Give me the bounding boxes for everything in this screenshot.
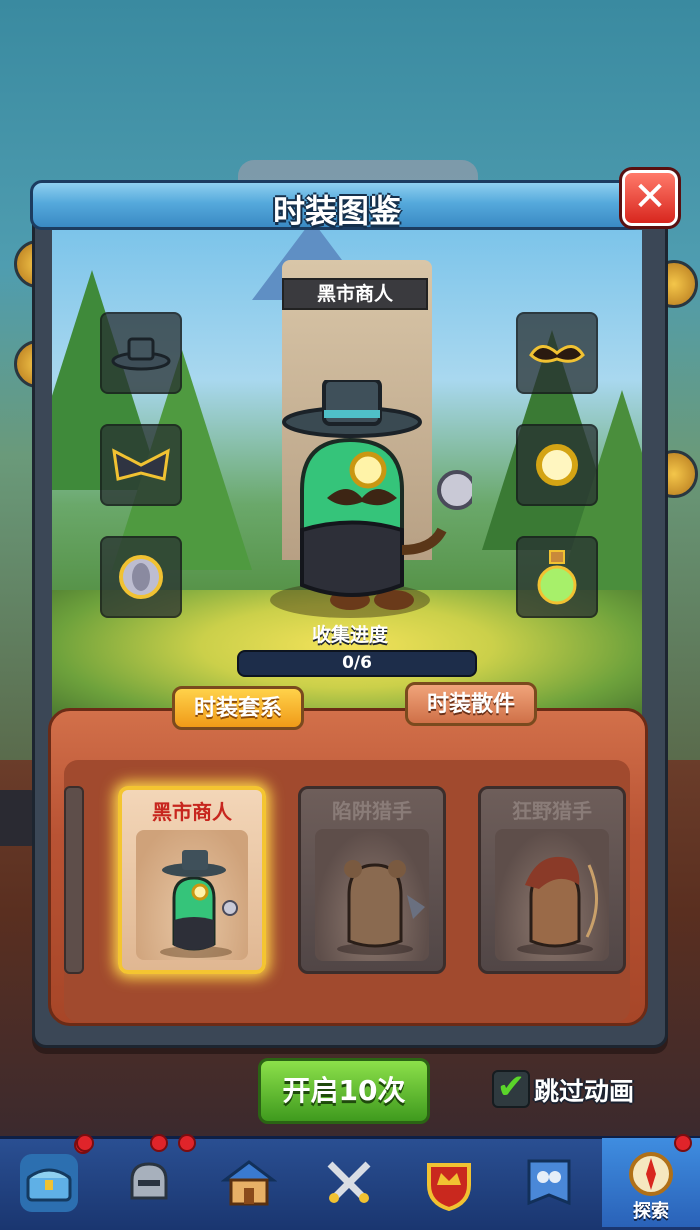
slot-mustache[interactable]	[516, 312, 598, 394]
dialog-title: 时装图鉴	[272, 192, 401, 230]
nav-item-home[interactable]	[200, 1138, 298, 1227]
monocle-icon	[536, 444, 578, 486]
slot-top-hat[interactable]	[100, 312, 182, 394]
open-10x-button[interactable]: 开启10次	[258, 1058, 430, 1124]
costume-card-trap-hunter[interactable]: 陷阱猎手	[298, 786, 446, 974]
crossed-swords-icon	[320, 1154, 378, 1212]
skip-animation-checkbox[interactable]: ✔	[492, 1070, 530, 1108]
helmet-icon	[120, 1154, 178, 1212]
mustache-icon	[529, 345, 585, 363]
card-partial[interactable]	[64, 786, 84, 974]
trap-hunter-thumbnail	[337, 860, 425, 955]
skip-animation-label: 跳过动画	[534, 1077, 635, 1106]
close-button[interactable]: ✕	[619, 167, 681, 229]
black-market-merchant-art	[136, 830, 248, 960]
slot-collar[interactable]	[100, 424, 182, 506]
team-banner-icon	[520, 1154, 578, 1212]
slot-coin[interactable]	[100, 536, 182, 618]
tab-costume-sets[interactable]: 时装套系	[172, 686, 304, 730]
bowtie-collar-icon	[112, 448, 170, 481]
silver-coin-icon	[119, 555, 163, 599]
wild-hunter-art	[495, 829, 609, 961]
progress-label: 收集进度	[311, 624, 388, 646]
top-hat-icon	[111, 337, 171, 371]
black-market-merchant-character	[282, 380, 472, 610]
costume-name-plate: 黑市商人	[282, 278, 428, 310]
check-icon: ✔	[496, 1067, 526, 1107]
card-name: 陷阱猎手	[332, 799, 412, 823]
crown-shield-icon	[420, 1154, 478, 1212]
slot-potion[interactable]	[516, 536, 598, 618]
close-icon: ✕	[633, 174, 667, 220]
nav-item-team[interactable]	[500, 1138, 598, 1227]
notification-dot	[178, 1134, 196, 1152]
notification-dot	[674, 1134, 692, 1152]
nav-item-battle[interactable]	[300, 1138, 398, 1227]
potion-bottle-icon	[537, 550, 577, 605]
notification-dot	[150, 1134, 168, 1152]
trap-hunter-art	[315, 829, 429, 961]
card-name: 黑市商人	[152, 800, 232, 824]
dialog-title-bar: 时装图鉴	[30, 180, 644, 230]
compass-icon	[622, 1145, 680, 1203]
house-icon	[220, 1154, 278, 1212]
notification-dot	[76, 1134, 94, 1152]
progress-text: 0/6	[342, 653, 372, 673]
wild-hunter-thumbnail	[517, 856, 599, 955]
merchant-thumbnail	[160, 850, 238, 958]
costume-card-black-market-merchant[interactable]: 黑市商人	[118, 786, 266, 974]
card-name: 狂野猎手	[512, 799, 592, 823]
collection-progress-bar: 0/6	[237, 650, 477, 677]
tab-costume-pieces[interactable]: 时装散件	[405, 682, 537, 726]
treasure-chest-icon	[20, 1153, 78, 1212]
costume-card-wild-hunter[interactable]: 狂野猎手	[478, 786, 626, 974]
nav-label-explore: 探索	[633, 1201, 669, 1222]
nav-item-guild[interactable]	[400, 1138, 498, 1227]
slot-monocle[interactable]	[516, 424, 598, 506]
